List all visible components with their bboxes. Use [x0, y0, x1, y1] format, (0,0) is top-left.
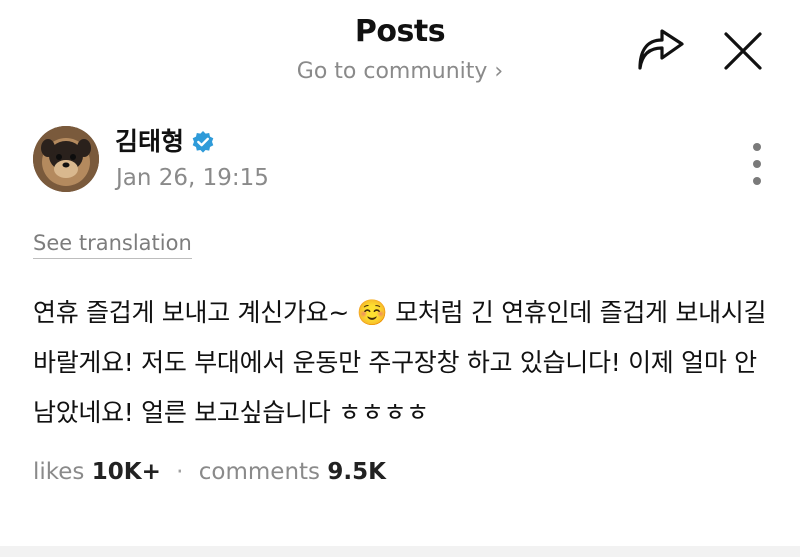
share-arrow-icon [638, 29, 684, 70]
more-dot-icon [753, 177, 761, 185]
likes-label[interactable]: likes [33, 459, 84, 485]
more-options-button[interactable] [742, 140, 772, 186]
comments-count[interactable]: 9.5K [327, 459, 386, 485]
author-name[interactable]: 김태형 [115, 122, 184, 158]
more-dot-icon [753, 143, 761, 151]
verified-badge-icon [191, 130, 215, 154]
avatar[interactable] [33, 126, 99, 192]
post-body-text: 연휴 즐겁게 보내고 계신가요~ ☺️ 모처럼 긴 연휴인데 즐겁게 보내시길 … [33, 298, 767, 427]
post-timestamp: Jan 26, 19:15 [116, 165, 269, 191]
close-icon [724, 32, 762, 70]
see-translation-link[interactable]: See translation [33, 231, 192, 259]
header-bar: Posts Go to community › [0, 0, 800, 100]
more-dot-icon [753, 160, 761, 168]
likes-count[interactable]: 10K+ [92, 459, 161, 485]
share-button[interactable] [632, 28, 688, 76]
comments-label[interactable]: comments [199, 459, 320, 485]
close-button[interactable] [718, 26, 768, 76]
stats-separator: · [176, 459, 184, 485]
author-row: 김태형 Jan 26, 19:15 [0, 122, 800, 202]
post-stats: likes 10K+ · comments 9.5K [33, 459, 386, 485]
bottom-divider [0, 546, 800, 557]
dog-avatar-image [33, 126, 99, 192]
